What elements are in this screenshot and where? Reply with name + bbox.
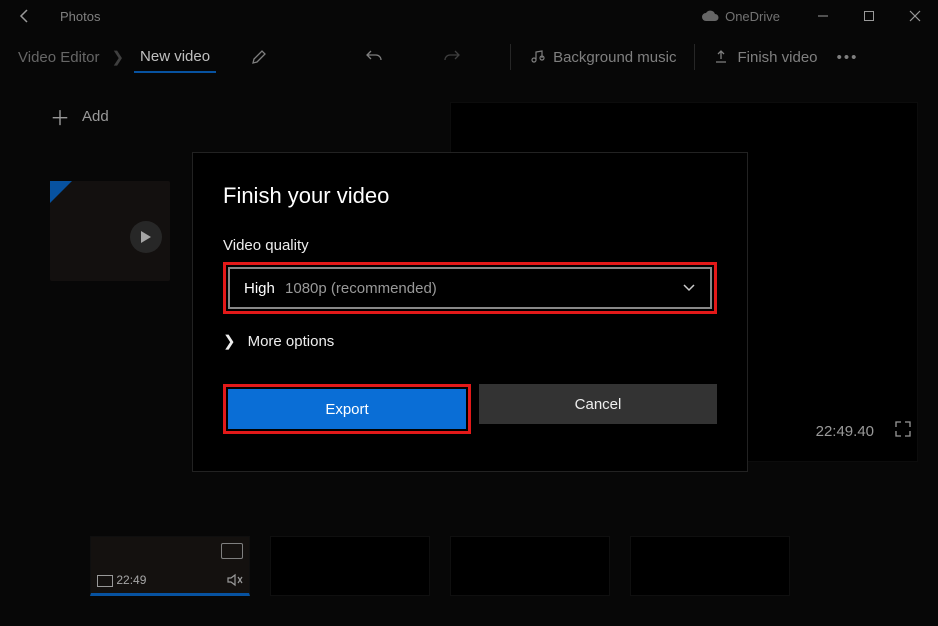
more-options-toggle[interactable]: ❯ More options <box>223 332 717 350</box>
chevron-down-icon <box>682 280 696 297</box>
quality-label: Video quality <box>223 237 717 254</box>
export-label: Export <box>325 401 368 418</box>
finish-video-dialog: Finish your video Video quality High 108… <box>192 152 748 472</box>
export-button[interactable]: Export <box>228 389 466 429</box>
quality-value-prefix: High <box>244 280 275 297</box>
cancel-label: Cancel <box>575 396 622 413</box>
chevron-right-icon: ❯ <box>223 332 236 350</box>
cancel-button[interactable]: Cancel <box>479 384 717 424</box>
annotation-highlight: Export <box>223 384 471 434</box>
dialog-title: Finish your video <box>223 183 717 209</box>
more-options-label: More options <box>248 333 335 350</box>
video-quality-select[interactable]: High 1080p (recommended) <box>228 267 712 309</box>
annotation-highlight: High 1080p (recommended) <box>223 262 717 314</box>
quality-value-suffix: 1080p (recommended) <box>285 280 437 297</box>
